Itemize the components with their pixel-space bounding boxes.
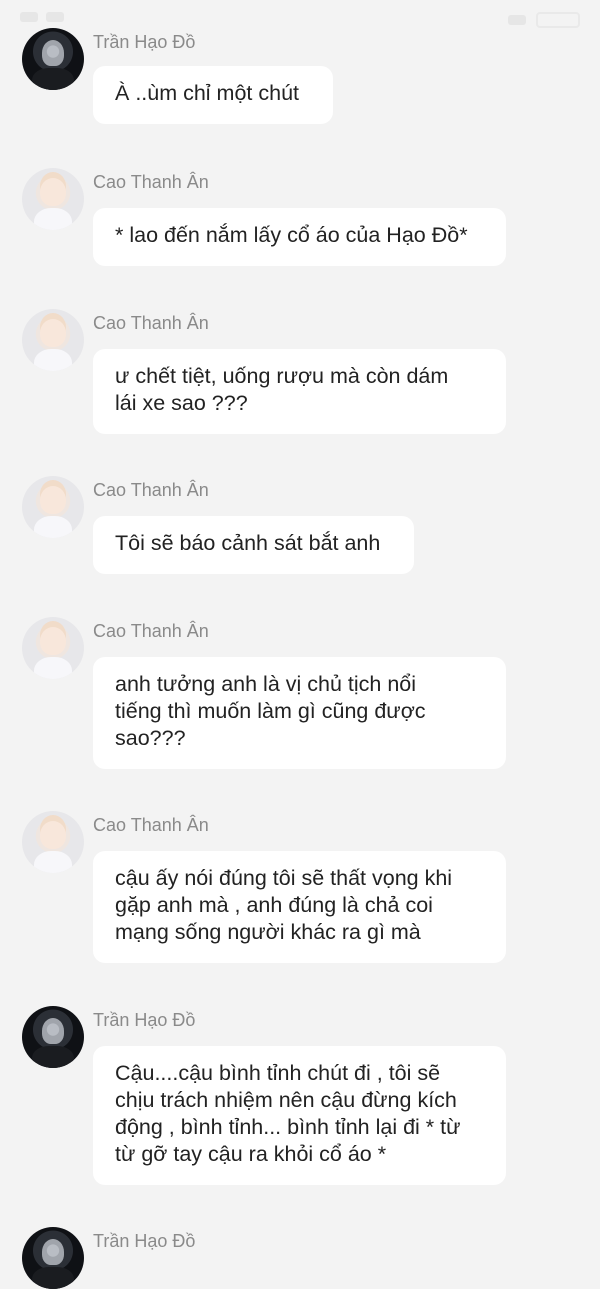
avatar[interactable]: [22, 309, 84, 371]
sender-name: Cao Thanh Ân: [93, 172, 209, 192]
sender-name: Cao Thanh Ân: [93, 815, 209, 835]
sender-name: Cao Thanh Ân: [93, 621, 209, 641]
status-right: [508, 12, 580, 28]
message-bubble[interactable]: Cậu....cậu bình tỉnh chút đi , tôi sẽ ch…: [93, 1046, 506, 1185]
message-bubble[interactable]: Tôi sẽ báo cảnh sát bắt anh: [93, 516, 414, 574]
chat-message: Trần Hạo Đồ Cậu....cậu bình tỉnh chút đi…: [0, 1006, 600, 1186]
avatar[interactable]: [22, 1227, 84, 1289]
sender-name: Cao Thanh Ân: [93, 480, 209, 500]
avatar[interactable]: [22, 811, 84, 873]
wifi-icon: [46, 12, 64, 22]
status-bar: [0, 0, 600, 30]
message-bubble[interactable]: cậu ấy nói đúng tôi sẽ thất vọng khi gặp…: [93, 851, 506, 963]
chat-message: Trần Hạo Đồ: [0, 1227, 600, 1289]
chat-message: Cao Thanh Ân * lao đến nắm lấy cổ áo của…: [0, 168, 600, 268]
avatar[interactable]: [22, 168, 84, 230]
sender-name: Cao Thanh Ân: [93, 313, 209, 333]
sender-name: Trần Hạo Đồ: [93, 1231, 196, 1251]
status-left: [20, 12, 64, 22]
message-bubble[interactable]: À ..ùm chỉ một chút: [93, 66, 333, 124]
chat-message: Trần Hạo Đồ À ..ùm chỉ một chút: [0, 28, 600, 128]
signal-icon: [20, 12, 38, 22]
sender-name: Trần Hạo Đồ: [93, 32, 196, 52]
chat-message: Cao Thanh Ân cậu ấy nói đúng tôi sẽ thất…: [0, 811, 600, 966]
battery-icon: [536, 12, 580, 28]
chat-message: Cao Thanh Ân ư chết tiệt, uống rượu mà c…: [0, 309, 600, 434]
sender-name: Trần Hạo Đồ: [93, 1010, 196, 1030]
avatar[interactable]: [22, 476, 84, 538]
avatar[interactable]: [22, 28, 84, 90]
chat-message: Cao Thanh Ân anh tưởng anh là vị chủ tịc…: [0, 617, 600, 772]
message-bubble[interactable]: ư chết tiệt, uống rượu mà còn dám lái xe…: [93, 349, 506, 434]
message-bubble[interactable]: anh tưởng anh là vị chủ tịch nổi tiếng t…: [93, 657, 506, 769]
message-bubble[interactable]: * lao đến nắm lấy cổ áo của Hạo Đồ*: [93, 208, 506, 266]
avatar[interactable]: [22, 617, 84, 679]
avatar[interactable]: [22, 1006, 84, 1068]
mute-icon: [508, 15, 526, 25]
chat-message: Cao Thanh Ân Tôi sẽ báo cảnh sát bắt anh: [0, 476, 600, 576]
